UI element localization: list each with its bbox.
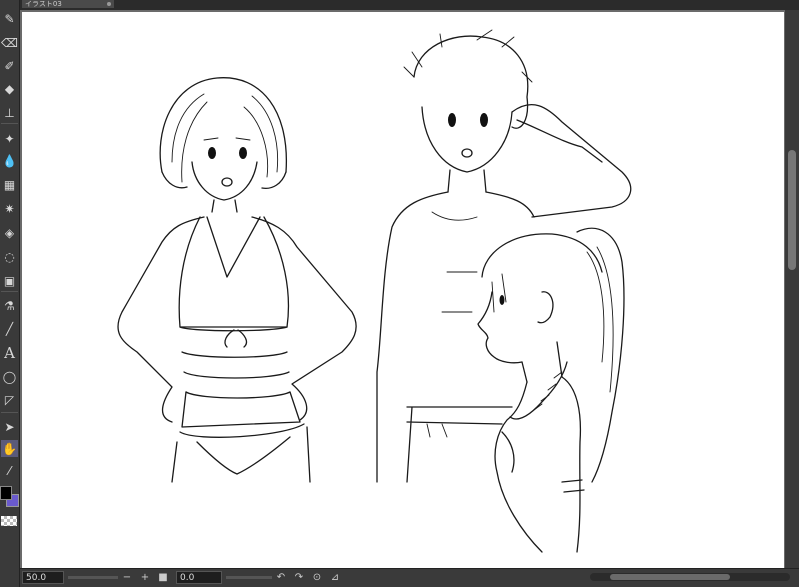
boy-figure bbox=[376, 29, 632, 483]
document-tab[interactable]: イラスト03 bbox=[22, 0, 114, 8]
rotate-right-button[interactable]: ↷ bbox=[292, 570, 306, 585]
sparkle-icon[interactable]: ✦ bbox=[1, 130, 18, 147]
gradient-icon[interactable]: ▣ bbox=[1, 272, 18, 289]
frame-icon[interactable]: ▦ bbox=[1, 176, 18, 193]
canvas-area[interactable] bbox=[20, 10, 785, 569]
fill-bucket-icon[interactable]: ◆ bbox=[1, 80, 18, 97]
line-art-illustration bbox=[117, 29, 632, 553]
stamp-icon[interactable]: ⊥ bbox=[1, 104, 18, 121]
flip-horizontal-button[interactable]: ⊿ bbox=[328, 570, 342, 585]
rotate-left-button[interactable]: ↶ bbox=[274, 570, 288, 585]
fit-to-window-button[interactable]: ■ bbox=[156, 570, 170, 585]
zoom-out-button[interactable]: − bbox=[120, 570, 134, 585]
canvas-status-bar: 50.0 − + ■ 0.0 ↶ ↷ ⊙ ⊿ bbox=[20, 568, 799, 587]
text-icon[interactable]: A bbox=[1, 345, 18, 362]
girl-short-hair-figure bbox=[117, 77, 357, 483]
eyedropper-2-icon[interactable]: ⁄ bbox=[1, 462, 18, 479]
tool-palette: ✎ ⌫ ✐ ◆ ⊥ ✦ 💧 ▦ ✷ ◈ ◌ ▣ ⚗ ╱ A ◯ ◸ ➤ ✋ ⁄ bbox=[0, 0, 20, 587]
transparent-color-swatch[interactable] bbox=[1, 516, 17, 526]
brush-icon[interactable]: ✐ bbox=[1, 57, 18, 74]
burst-icon[interactable]: ✷ bbox=[1, 200, 18, 217]
zoom-level-field[interactable]: 50.0 bbox=[22, 571, 64, 584]
horizontal-scrollbar-thumb[interactable] bbox=[610, 574, 730, 580]
pen-icon[interactable]: ✎ bbox=[1, 10, 18, 27]
girl-ponytail-figure bbox=[477, 227, 625, 553]
reset-rotation-button[interactable]: ⊙ bbox=[310, 570, 324, 585]
line-icon[interactable]: ╱ bbox=[1, 320, 18, 337]
rotation-angle-field[interactable]: 0.0 bbox=[176, 571, 222, 584]
paint-bucket-icon[interactable]: ◈ bbox=[1, 224, 18, 241]
eyedropper-icon[interactable]: ⚗ bbox=[1, 297, 18, 314]
close-icon[interactable] bbox=[107, 2, 111, 6]
rotation-slider[interactable] bbox=[226, 576, 272, 579]
tool-separator bbox=[1, 412, 18, 413]
ruler-icon[interactable]: ◸ bbox=[1, 391, 18, 408]
vertical-scrollbar[interactable] bbox=[785, 10, 799, 568]
document-tab-bar: イラスト03 bbox=[20, 0, 799, 10]
ellipse-icon[interactable]: ◯ bbox=[1, 368, 18, 385]
zoom-in-button[interactable]: + bbox=[138, 570, 152, 585]
document-tab-title: イラスト03 bbox=[25, 0, 62, 8]
zoom-slider[interactable] bbox=[68, 576, 118, 579]
vertical-scrollbar-thumb[interactable] bbox=[788, 150, 796, 270]
lasso-icon[interactable]: ◌ bbox=[1, 248, 18, 265]
tool-separator bbox=[1, 123, 18, 124]
select-arrow-icon[interactable]: ➤ bbox=[1, 418, 18, 435]
drawing-canvas[interactable] bbox=[22, 12, 784, 569]
tool-separator bbox=[1, 291, 18, 292]
hand-icon[interactable]: ✋ bbox=[1, 440, 18, 457]
eraser-icon[interactable]: ⌫ bbox=[1, 34, 18, 51]
horizontal-scrollbar[interactable] bbox=[590, 573, 790, 581]
main-color-swatch[interactable] bbox=[0, 486, 12, 500]
blend-icon[interactable]: 💧 bbox=[1, 152, 18, 169]
